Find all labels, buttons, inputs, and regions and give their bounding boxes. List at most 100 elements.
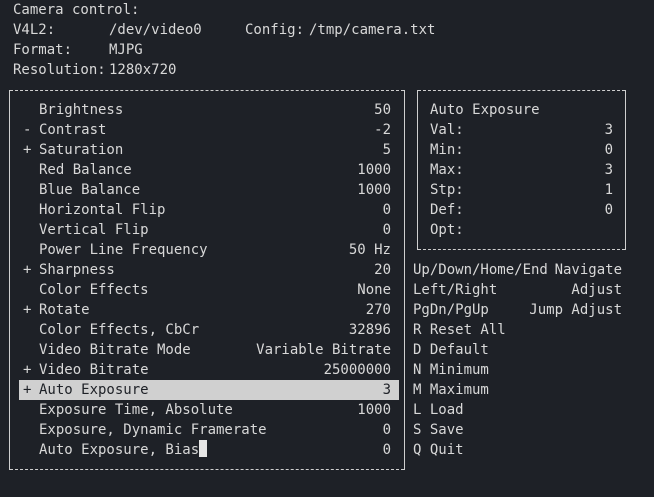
control-value: 270 — [365, 302, 391, 318]
control-value: 0 — [382, 202, 391, 218]
hotkey-action: Adjust — [571, 282, 622, 298]
hotkey-row: Up/Down/Home/End Navigate — [413, 260, 622, 280]
control-marker: + — [23, 382, 32, 398]
control-label: Rotate — [39, 300, 90, 320]
config-label: Config: — [245, 22, 305, 38]
control-label-text: Vertical Flip — [39, 222, 149, 238]
control-label: Red Balance — [39, 160, 132, 180]
control-row[interactable]: Video Bitrate Mode Variable Bitrate — [19, 340, 399, 360]
hotkey-row: D Default — [413, 340, 622, 360]
control-value: 3 — [382, 382, 391, 398]
control-label-text: Sharpness — [39, 262, 115, 278]
hotkey-row: M Maximum — [413, 380, 622, 400]
v4l2-label: V4L2: — [13, 22, 56, 38]
info-key: Stp: — [430, 182, 464, 198]
control-row[interactable]: + Video Bitrate 25000000 — [19, 360, 399, 380]
control-row[interactable]: Blue Balance 1000 — [19, 180, 399, 200]
control-label: Sharpness — [39, 260, 115, 280]
control-value: 50 — [374, 102, 391, 118]
control-row[interactable]: Horizontal Flip 0 — [19, 200, 399, 220]
control-row[interactable]: Exposure Time, Absolute 1000 — [19, 400, 399, 420]
hotkey-key: M Maximum — [413, 382, 489, 398]
hotkey-row: Left/Right Adjust — [413, 280, 622, 300]
control-label-text: Auto Exposure — [39, 382, 149, 398]
control-row[interactable]: + Rotate 270 — [19, 300, 399, 320]
control-label: Horizontal Flip — [39, 200, 165, 220]
control-label: Color Effects — [39, 280, 149, 300]
control-marker: + — [23, 302, 32, 318]
control-value: 1000 — [357, 182, 391, 198]
control-label: Exposure, Dynamic Framerate — [39, 420, 267, 440]
control-label: Exposure Time, Absolute — [39, 400, 233, 420]
control-value: 20 — [374, 262, 391, 278]
info-row: Min: 0 — [418, 140, 625, 160]
hotkey-key: Q Quit — [413, 442, 464, 458]
control-value: 0 — [382, 442, 391, 458]
info-row: Max: 3 — [418, 160, 625, 180]
info-key: Max: — [430, 162, 464, 178]
control-row[interactable]: + Sharpness 20 — [19, 260, 399, 280]
control-value: 32896 — [348, 322, 391, 338]
control-row[interactable]: - Contrast -2 — [19, 120, 399, 140]
config-path: /tmp/camera.txt — [309, 22, 436, 38]
control-row[interactable]: Power Line Frequency 50 Hz — [19, 240, 399, 260]
control-row[interactable]: Red Balance 1000 — [19, 160, 399, 180]
control-label-text: Rotate — [39, 302, 90, 318]
control-value: 25000000 — [323, 362, 391, 378]
hotkey-action: Jump Adjust — [529, 302, 622, 318]
control-row[interactable]: Auto Exposure, Bias 0 — [19, 440, 399, 460]
control-row[interactable]: + Saturation 5 — [19, 140, 399, 160]
hotkey-action: Navigate — [554, 262, 622, 278]
control-label-text: Power Line Frequency — [39, 242, 208, 258]
control-row[interactable]: Brightness 50 — [19, 100, 399, 120]
control-row[interactable]: Color Effects, CbCr 32896 — [19, 320, 399, 340]
hotkey-row: Q Quit — [413, 440, 622, 460]
info-key: Min: — [430, 142, 464, 158]
info-value: 0 — [604, 202, 613, 218]
hotkey-row: PgDn/PgUp Jump Adjust — [413, 300, 622, 320]
control-label: Power Line Frequency — [39, 240, 208, 260]
control-value: 5 — [382, 142, 391, 158]
control-info-panel: Auto Exposure Val: 3 Min: 0 Max: 3 Stp: 1 Def: 0 O… — [417, 90, 626, 250]
control-row[interactable]: + Auto Exposure 3 — [19, 380, 399, 400]
v4l2-device: /dev/video0 — [109, 22, 202, 38]
control-label: Brightness — [39, 100, 123, 120]
control-label-text: Brightness — [39, 102, 124, 118]
control-value: 50 Hz — [348, 242, 391, 258]
control-value: None — [357, 282, 391, 298]
app-title: Camera control: — [13, 2, 140, 18]
control-label-text: Horizontal Flip — [39, 202, 166, 218]
control-marker: - — [23, 122, 32, 138]
resolution-label: Resolution: — [13, 62, 106, 78]
control-value: Variable Bitrate — [256, 342, 391, 358]
hotkey-row: S Save — [413, 420, 622, 440]
control-label: Color Effects, CbCr — [39, 320, 199, 340]
info-key: Def: — [430, 202, 464, 218]
hotkey-key: Left/Right — [413, 282, 498, 298]
control-label: Video Bitrate Mode — [39, 340, 191, 360]
control-label-text: Exposure, Dynamic Framerate — [39, 422, 267, 438]
info-title: Auto Exposure — [430, 102, 540, 118]
control-label-text: Red Balance — [39, 162, 132, 178]
info-row: Def: 0 — [418, 200, 625, 220]
info-value: 1 — [604, 182, 613, 198]
info-value: 3 — [604, 122, 613, 138]
control-label-text: Contrast — [39, 122, 107, 138]
control-row[interactable]: Color Effects None — [19, 280, 399, 300]
control-label-text: Auto Exposure, Bias — [39, 442, 200, 458]
info-row: Stp: 1 — [418, 180, 625, 200]
hotkey-row: L Load — [413, 400, 622, 420]
control-row[interactable]: Exposure, Dynamic Framerate 0 — [19, 420, 399, 440]
control-label-text: Exposure Time, Absolute — [39, 402, 233, 418]
control-label-text: Blue Balance — [39, 182, 141, 198]
controls-list: Brightness 50 - Contrast -2 + Saturation 5 Red B… — [9, 90, 405, 470]
control-label-text: Color Effects — [39, 282, 149, 298]
control-row[interactable]: Vertical Flip 0 — [19, 220, 399, 240]
control-value: 0 — [382, 422, 391, 438]
info-row: Opt: — [418, 220, 625, 240]
control-label: Blue Balance — [39, 180, 140, 200]
control-label: Auto Exposure — [39, 380, 149, 400]
control-marker: + — [23, 362, 32, 378]
info-key: Val: — [430, 122, 464, 138]
control-label-text: Video Bitrate — [39, 362, 149, 378]
